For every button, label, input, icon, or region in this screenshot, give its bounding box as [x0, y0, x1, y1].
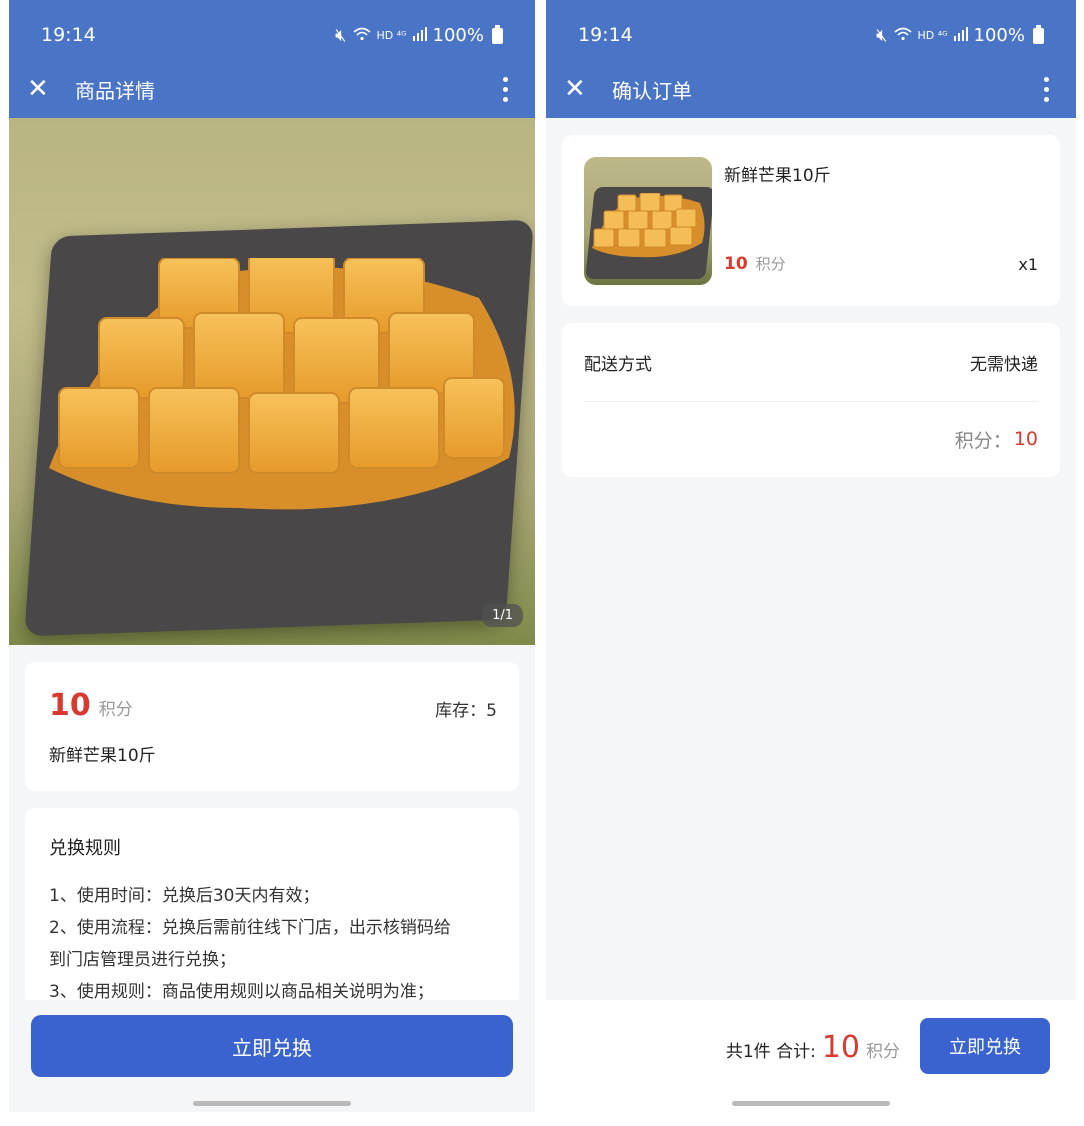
mango-thumbnail-illustration [592, 193, 705, 258]
page-title: 商品详情 [75, 78, 155, 103]
redeem-button[interactable]: 立即兑换 [920, 1018, 1050, 1074]
order-price: 10 [724, 254, 748, 274]
checkout-bar: 共1件 合计: 10 积分 立即兑换 [546, 1000, 1076, 1112]
app-bar: ✕ 商品详情 [9, 60, 535, 118]
summary-count: 共1件 合计: [725, 1042, 816, 1062]
order-product-name: 新鲜芒果10斤 [724, 166, 831, 186]
shipping-label: 配送方式 [584, 354, 652, 375]
signal-icon [953, 25, 968, 46]
more-options-icon[interactable] [1034, 76, 1058, 102]
points-label: 积分： [954, 429, 1012, 452]
rules-line: 1、使用时间：兑换后30天内有效； [49, 886, 320, 906]
shipping-row[interactable]: 配送方式 无需快递 [584, 323, 1038, 402]
battery-icon [492, 24, 503, 44]
more-options-icon[interactable] [493, 76, 517, 102]
network-indicator: HD ⁴ᴳ [917, 29, 948, 42]
battery-percent: 100% [973, 25, 1025, 46]
order-price-unit: 积分 [755, 255, 786, 273]
signal-icon [412, 25, 427, 46]
summary-total: 10 [821, 1030, 860, 1065]
status-bar: 19:14 🔇︎ HD ⁴ᴳ 100% [546, 0, 1076, 60]
close-icon[interactable]: ✕ [564, 76, 612, 102]
status-time: 19:14 [578, 24, 633, 46]
network-indicator: HD ⁴ᴳ [376, 29, 407, 42]
shipping-value: 无需快递 [970, 354, 1038, 375]
image-page-indicator: 1/1 [482, 604, 523, 627]
status-bar: 19:14 🔇︎ HD ⁴ᴳ 100% [9, 0, 535, 60]
battery-percent: 100% [432, 25, 484, 46]
app-bar: ✕ 确认订单 [546, 60, 1076, 118]
product-thumbnail [584, 157, 712, 285]
rules-line: 2、使用流程：兑换后需前往线下门店，出示核销码给 [49, 918, 451, 938]
product-name: 新鲜芒果10斤 [49, 746, 156, 766]
rules-card: 兑换规则 1、使用时间：兑换后30天内有效； 2、使用流程：兑换后需前往线下门店… [25, 808, 519, 1008]
rules-line: 到门店管理员进行兑换； [49, 950, 236, 970]
order-item-card[interactable]: 新鲜芒果10斤 10 积分 x1 [562, 135, 1060, 306]
wifi-icon [352, 25, 371, 46]
home-indicator[interactable] [193, 1101, 351, 1106]
status-time: 19:14 [41, 24, 96, 46]
mute-icon: 🔇︎ [876, 25, 888, 46]
home-indicator[interactable] [732, 1101, 890, 1106]
summary-unit: 积分 [866, 1042, 900, 1062]
points-row: 积分： 10 [584, 402, 1038, 476]
price-card: 10 积分 库存：5 新鲜芒果10斤 [25, 662, 519, 791]
page-title: 确认订单 [612, 78, 692, 103]
rules-title: 兑换规则 [49, 838, 121, 859]
bottom-bar: 立即兑换 [9, 1000, 535, 1112]
product-price: 10 [49, 688, 91, 723]
wifi-icon [893, 25, 912, 46]
order-summary: 共1件 合计: 10 积分 [726, 1030, 900, 1065]
battery-icon [1033, 24, 1044, 44]
price-unit: 积分 [98, 700, 133, 720]
order-quantity: x1 [1018, 255, 1038, 274]
mute-icon: 🔇︎ [335, 25, 347, 46]
points-value: 10 [1013, 428, 1038, 450]
confirm-order-screen: 19:14 🔇︎ HD ⁴ᴳ 100% ✕ 确认订单 新鲜芒果10斤 10 积分… [546, 0, 1076, 1112]
mango-illustration [49, 258, 515, 510]
product-image[interactable]: 1/1 [9, 118, 535, 645]
close-icon[interactable]: ✕ [27, 76, 75, 102]
product-detail-screen: 19:14 🔇︎ HD ⁴ᴳ 100% ✕ 商品详情 1/1 10 积分 库存：… [9, 0, 535, 1112]
stock-label: 库存：5 [435, 701, 497, 721]
redeem-button[interactable]: 立即兑换 [31, 1015, 513, 1077]
shipping-card: 配送方式 无需快递 积分： 10 [562, 323, 1060, 477]
